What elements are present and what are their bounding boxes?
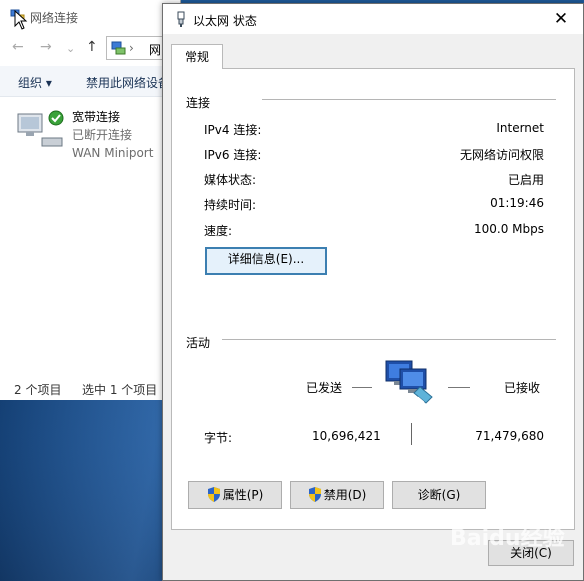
organize-menu[interactable]: 组织 ▾ bbox=[18, 74, 52, 91]
ethernet-status-dialog: 以太网 状态 ✕ 常规 连接 IPv4 连接: Internet IPv6 连接… bbox=[162, 3, 584, 581]
connection-list-item[interactable]: 宽带连接 已断开连接 WAN Miniport bbox=[16, 106, 186, 160]
activity-section-title: 活动 bbox=[186, 336, 211, 350]
dialog-titlebar: 以太网 状态 ✕ bbox=[163, 4, 583, 34]
network-activity-icon bbox=[385, 360, 433, 404]
disable-button[interactable]: 禁用(D) bbox=[290, 481, 384, 509]
ipv6-label: IPv6 连接: bbox=[204, 148, 262, 162]
speed-value: 100.0 Mbps bbox=[473, 222, 544, 236]
ethernet-plug-icon bbox=[177, 11, 185, 27]
uac-shield-icon bbox=[308, 487, 321, 502]
sent-label: 已发送 bbox=[306, 381, 343, 395]
duration-value: 01:19:46 bbox=[490, 196, 544, 210]
disable-button-label: 禁用(D) bbox=[323, 488, 367, 502]
received-line bbox=[448, 387, 470, 388]
baidu-watermark: Baidu经验 bbox=[450, 526, 565, 551]
netwin-address-bar: ← → ⌄ ↑ › 网 bbox=[0, 32, 188, 62]
netwin-statusbar: 2 个项目 选中 1 个项目 bbox=[0, 376, 180, 400]
properties-button[interactable]: 属性(P) bbox=[188, 481, 282, 509]
ipv6-value: 无网络访问权限 bbox=[459, 148, 544, 162]
mouse-cursor-icon bbox=[14, 10, 28, 30]
ipv4-value: Internet bbox=[496, 121, 544, 135]
forward-arrow-icon[interactable]: → bbox=[40, 39, 52, 55]
ipv4-label: IPv4 连接: bbox=[204, 123, 262, 137]
media-state-value: 已启用 bbox=[507, 173, 544, 187]
connection-device: WAN Miniport bbox=[72, 146, 154, 160]
network-folder-icon bbox=[111, 41, 126, 55]
details-button[interactable]: 详细信息(E)... bbox=[205, 247, 327, 275]
sent-line bbox=[352, 387, 372, 388]
network-connections-window: 网络连接 ← → ⌄ ↑ › 网 组织 ▾ 禁用此网络设备 宽带连接 已断开连接… bbox=[0, 0, 188, 400]
selected-count: 选中 1 个项目 bbox=[82, 383, 158, 397]
bytes-divider bbox=[411, 423, 412, 445]
address-text: 网 bbox=[149, 43, 162, 57]
disable-device-command[interactable]: 禁用此网络设备 bbox=[86, 74, 170, 91]
duration-label: 持续时间: bbox=[204, 198, 257, 212]
speed-label: 速度: bbox=[204, 224, 233, 238]
activity-section-rule bbox=[222, 339, 556, 340]
bytes-sent-value: 10,696,421 bbox=[312, 429, 381, 443]
received-label: 已接收 bbox=[504, 381, 541, 395]
connection-section-title: 连接 bbox=[186, 96, 211, 110]
netwin-title: 网络连接 bbox=[30, 11, 79, 25]
media-state-label: 媒体状态: bbox=[204, 173, 257, 187]
connection-section-rule bbox=[262, 99, 556, 100]
general-tab-panel: 连接 IPv4 连接: Internet IPv6 连接: 无网络访问权限 媒体… bbox=[171, 68, 575, 530]
broadband-connection-icon bbox=[17, 110, 64, 147]
back-arrow-icon[interactable]: ← bbox=[12, 39, 24, 55]
connection-status: 已断开连接 bbox=[72, 128, 133, 142]
connection-name: 宽带连接 bbox=[72, 110, 121, 124]
bytes-received-value: 71,479,680 bbox=[475, 429, 544, 443]
recent-dropdown-icon[interactable]: ⌄ bbox=[66, 42, 75, 55]
diagnose-button[interactable]: 诊断(G) bbox=[392, 481, 486, 509]
netwin-toolbar: 组织 ▾ 禁用此网络设备 bbox=[0, 66, 180, 97]
properties-button-label: 属性(P) bbox=[222, 488, 264, 502]
path-separator-icon: › bbox=[129, 41, 134, 55]
close-icon[interactable]: ✕ bbox=[539, 4, 583, 34]
tab-general[interactable]: 常规 bbox=[171, 44, 223, 69]
bytes-label: 字节: bbox=[204, 431, 233, 445]
dialog-title: 以太网 状态 bbox=[193, 14, 257, 28]
up-arrow-icon[interactable]: ↑ bbox=[86, 39, 98, 55]
item-count: 2 个项目 bbox=[14, 383, 62, 397]
uac-shield-icon bbox=[207, 487, 220, 502]
